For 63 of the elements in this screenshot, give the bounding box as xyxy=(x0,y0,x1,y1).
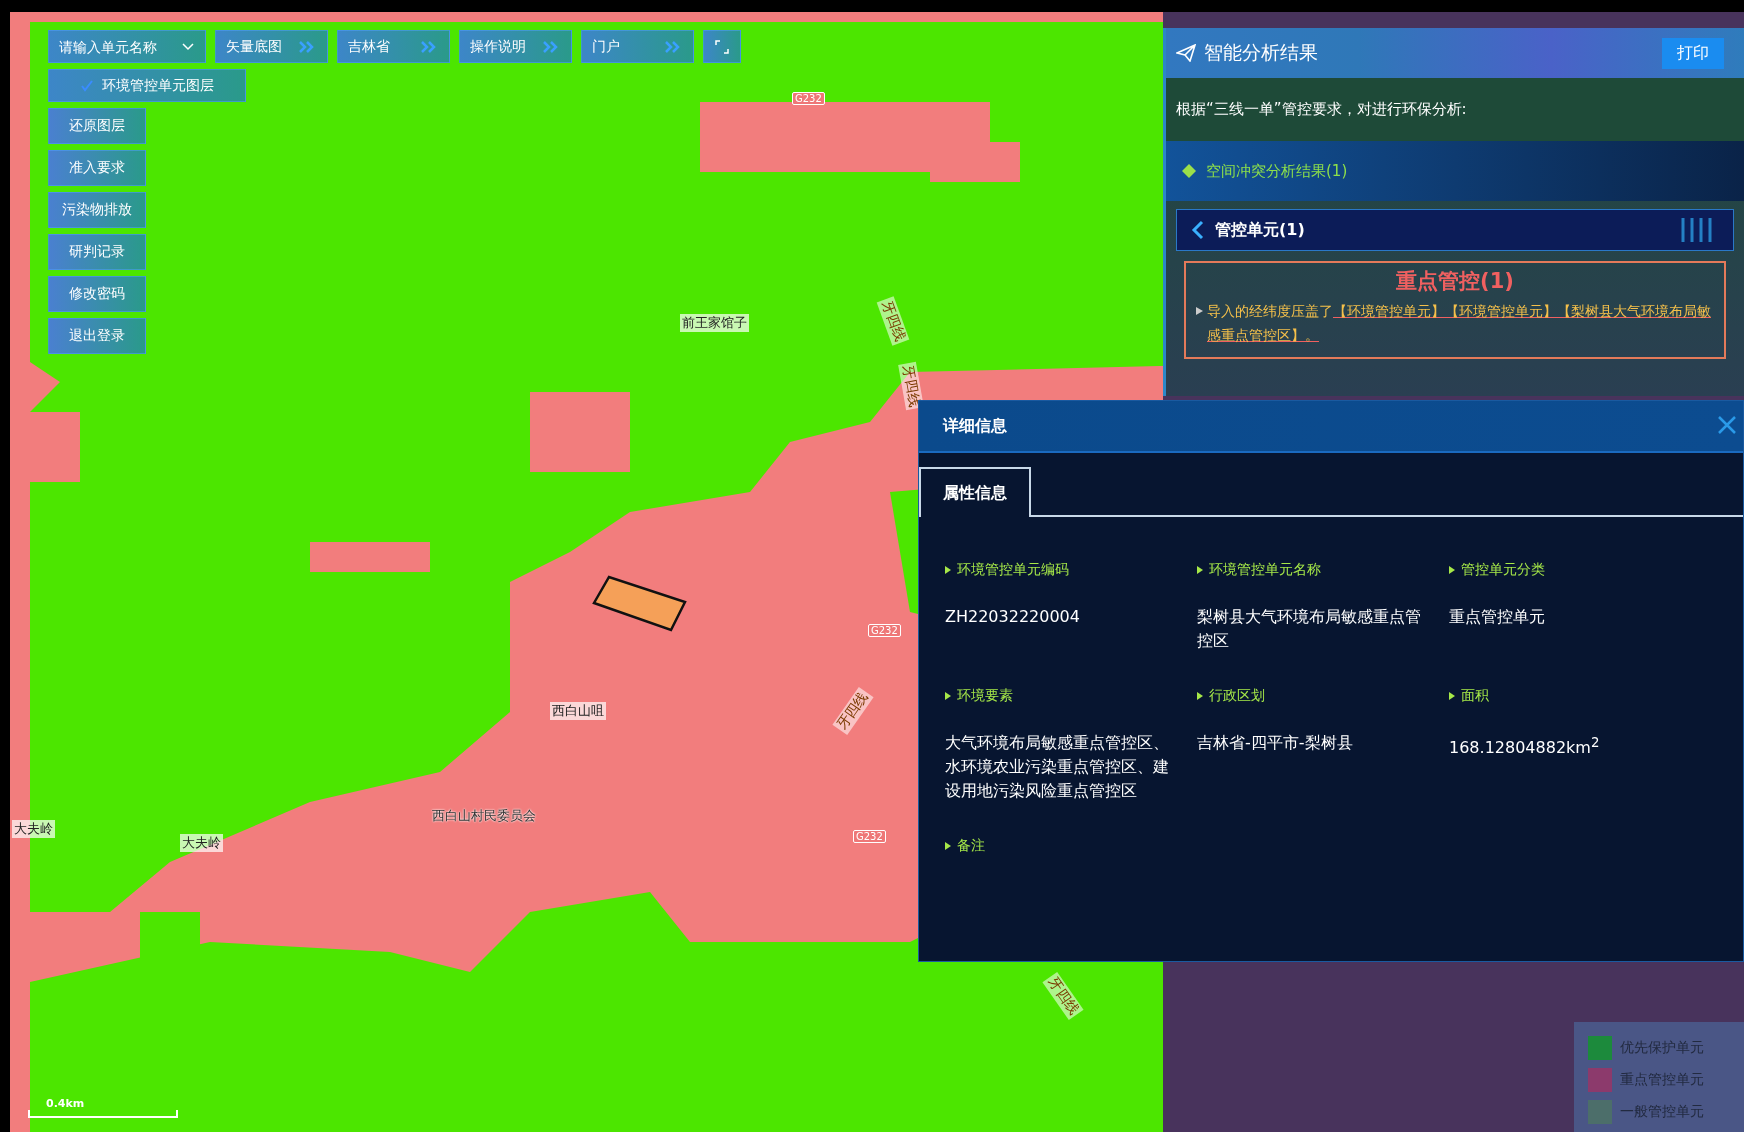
result-text: 导入的经纬度压盖了【环境管控单元】【环境管控单元】【梨树县大气环境布局敏感重点管控区】。 xyxy=(1207,302,1712,345)
place-label: 前王家馆子 xyxy=(680,314,749,332)
fullscreen-button[interactable] xyxy=(703,30,741,63)
unit-select[interactable]: 请输入单元名称 xyxy=(48,30,206,63)
field-value: 168.12804882km$^{2}$ xyxy=(1449,734,1601,760)
bullet-icon xyxy=(1197,692,1203,700)
place-label: 大夫岭 xyxy=(180,834,223,852)
legend-label: 一般管控单元 xyxy=(1620,1103,1704,1121)
field-label: 备注 xyxy=(957,837,985,855)
toolbar-button[interactable]: 门户 xyxy=(581,30,694,63)
field-label: 环境要素 xyxy=(957,687,1013,705)
bullet-icon xyxy=(945,692,951,700)
close-icon xyxy=(1717,414,1737,435)
section-title: 空间冲突分析结果(1) xyxy=(1206,161,1348,181)
bullet-icon xyxy=(945,566,951,574)
field-value: ZH22032220004 xyxy=(945,606,1081,628)
print-button[interactable]: 打印 xyxy=(1662,37,1724,69)
paper-plane-icon xyxy=(1176,44,1196,62)
bullet-icon xyxy=(1197,566,1203,574)
result-title: 重点管控(1) xyxy=(1395,268,1515,295)
side-button[interactable]: 还原图层 xyxy=(48,108,146,144)
field-label: 面积 xyxy=(1461,687,1489,705)
group-title: 管控单元(1) xyxy=(1215,219,1305,241)
field-value: 重点管控单元 xyxy=(1449,606,1546,628)
toolbar-button[interactable]: 吉林省 xyxy=(337,30,450,63)
analysis-intro: 根据“三线一单”管控要求，对进行环保分析: xyxy=(1166,78,1744,141)
bullet-icon xyxy=(1196,307,1203,315)
toolbar-button[interactable]: 操作说明 xyxy=(459,30,572,63)
place-label: 西白山咀 xyxy=(550,702,606,720)
expand-icon xyxy=(715,39,729,54)
bullet-icon xyxy=(1449,566,1455,574)
side-button[interactable]: 退出登录 xyxy=(48,318,146,354)
bullet-icon xyxy=(1449,692,1455,700)
scale-label: 0.4km xyxy=(46,1097,85,1110)
side-button[interactable]: 准入要求 xyxy=(48,150,146,186)
field-value: 大气环境布局敏感重点管控区、水环境农业污染重点管控区、建设用地污染风险重点管控区 xyxy=(945,732,1170,802)
road-number-label: G232 xyxy=(868,624,901,637)
side-button[interactable]: 修改密码 xyxy=(48,276,146,312)
tab[interactable]: 属性信息 xyxy=(919,467,1031,517)
road-name-label: 牙四线 xyxy=(876,296,910,346)
dialog-title: 详细信息 xyxy=(943,415,1007,437)
field-label: 行政区划 xyxy=(1209,687,1265,705)
checkbox-checked-icon[interactable] xyxy=(80,78,94,93)
bullet-icon xyxy=(945,842,951,850)
group-header[interactable]: 管控单元(1) xyxy=(1176,209,1734,251)
place-label: 大夫岭 xyxy=(12,820,55,838)
side-button[interactable]: 污染物排放 xyxy=(48,192,146,228)
poi-label: 西白山村民委员会 xyxy=(431,807,536,825)
field-label: 环境管控单元编码 xyxy=(957,561,1069,579)
panel-title: 智能分析结果 xyxy=(1204,40,1318,65)
chevron-down-icon xyxy=(182,43,194,51)
side-button[interactable]: 研判记录 xyxy=(48,234,146,270)
road-number-label: G232 xyxy=(792,92,825,105)
field-value: 吉林省-四平市-梨树县 xyxy=(1197,732,1354,754)
legend-label: 重点管控单元 xyxy=(1620,1071,1704,1089)
toolbar-button[interactable]: 矢量底图 xyxy=(215,30,328,63)
layer-checkbox[interactable]: 环境管控单元图层 xyxy=(48,69,246,102)
field-value: 梨树县大气环境布局敏感重点管控区 xyxy=(1197,606,1422,652)
field-label: 环境管控单元名称 xyxy=(1209,561,1321,579)
road-number-label: G232 xyxy=(853,830,886,843)
diamond-icon xyxy=(1182,164,1196,178)
field-label: 管控单元分类 xyxy=(1461,561,1545,579)
legend-label: 优先保护单元 xyxy=(1620,1039,1704,1057)
